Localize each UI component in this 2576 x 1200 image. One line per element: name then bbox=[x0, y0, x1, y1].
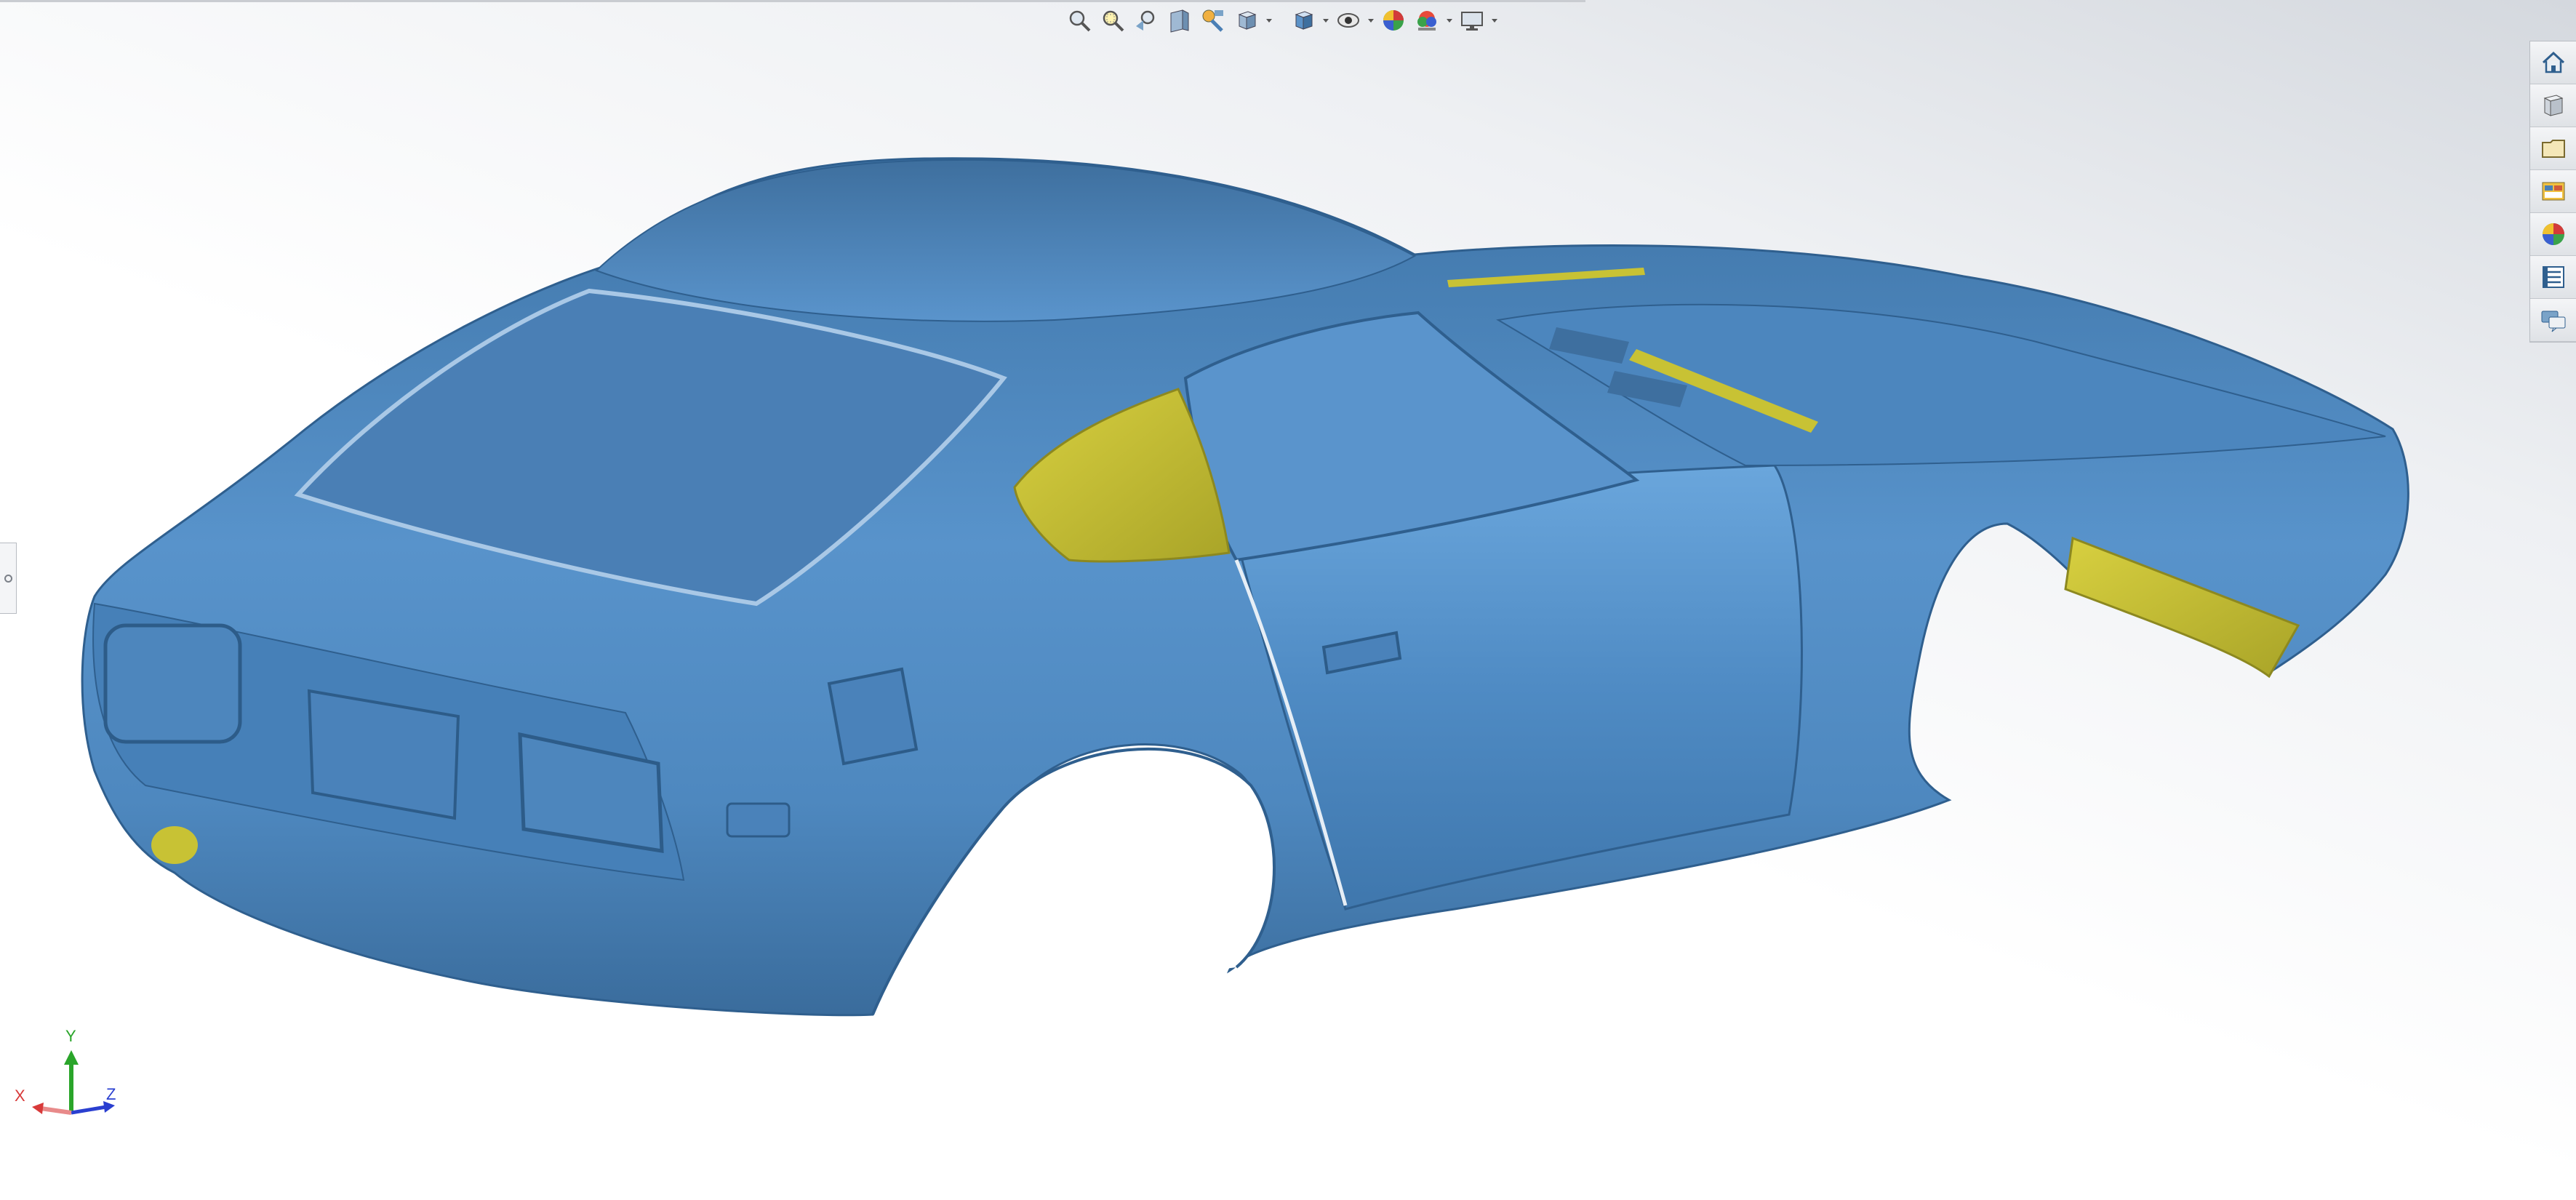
graphics-area[interactable]: Y X Z bbox=[0, 0, 2576, 1200]
zoom-to-fit-icon[interactable] bbox=[1063, 4, 1095, 36]
design-library-icon[interactable] bbox=[2530, 127, 2576, 170]
display-style-dropdown[interactable] bbox=[1321, 4, 1331, 36]
exhaust-highlight bbox=[151, 826, 198, 864]
forum-icon[interactable] bbox=[2530, 299, 2576, 342]
previous-view-icon[interactable] bbox=[1130, 4, 1162, 36]
rear-side-marker bbox=[726, 802, 791, 838]
view-settings-dropdown[interactable] bbox=[1489, 4, 1500, 36]
apply-scene-dropdown[interactable] bbox=[1444, 4, 1455, 36]
hide-show-items-icon[interactable] bbox=[1332, 4, 1364, 36]
view-orientation-icon[interactable] bbox=[1231, 4, 1263, 36]
resources-icon[interactable] bbox=[2530, 84, 2576, 127]
car-body-model[interactable] bbox=[0, 0, 2576, 1200]
feature-manager-expand-handle[interactable] bbox=[0, 543, 17, 614]
triad-z-label: Z bbox=[106, 1085, 116, 1103]
tail-light-left bbox=[103, 623, 242, 744]
apply-scene-icon[interactable] bbox=[1411, 4, 1443, 36]
heads-up-view-toolbar bbox=[1063, 3, 1500, 38]
task-pane-tabs bbox=[2529, 41, 2576, 343]
expand-dot-icon bbox=[4, 574, 12, 583]
zoom-to-area-icon[interactable] bbox=[1097, 4, 1129, 36]
view-orientation-dropdown[interactable] bbox=[1264, 4, 1274, 36]
dynamic-annotation-icon[interactable] bbox=[1197, 4, 1229, 36]
section-view-icon[interactable] bbox=[1164, 4, 1196, 36]
file-explorer-icon[interactable] bbox=[2530, 170, 2576, 213]
home-icon[interactable] bbox=[2530, 41, 2576, 84]
appearances-scenes-icon[interactable] bbox=[2530, 213, 2576, 256]
fuel-door bbox=[827, 667, 919, 766]
triad-x-label: X bbox=[15, 1087, 25, 1105]
display-style-icon[interactable] bbox=[1287, 4, 1319, 36]
edit-appearance-icon[interactable] bbox=[1377, 4, 1409, 36]
reference-triad: Y X Z bbox=[12, 1027, 128, 1126]
custom-properties-icon[interactable] bbox=[2530, 256, 2576, 299]
hide-show-items-dropdown[interactable] bbox=[1366, 4, 1376, 36]
triad-y-label: Y bbox=[65, 1027, 76, 1045]
view-settings-icon[interactable] bbox=[1456, 4, 1488, 36]
